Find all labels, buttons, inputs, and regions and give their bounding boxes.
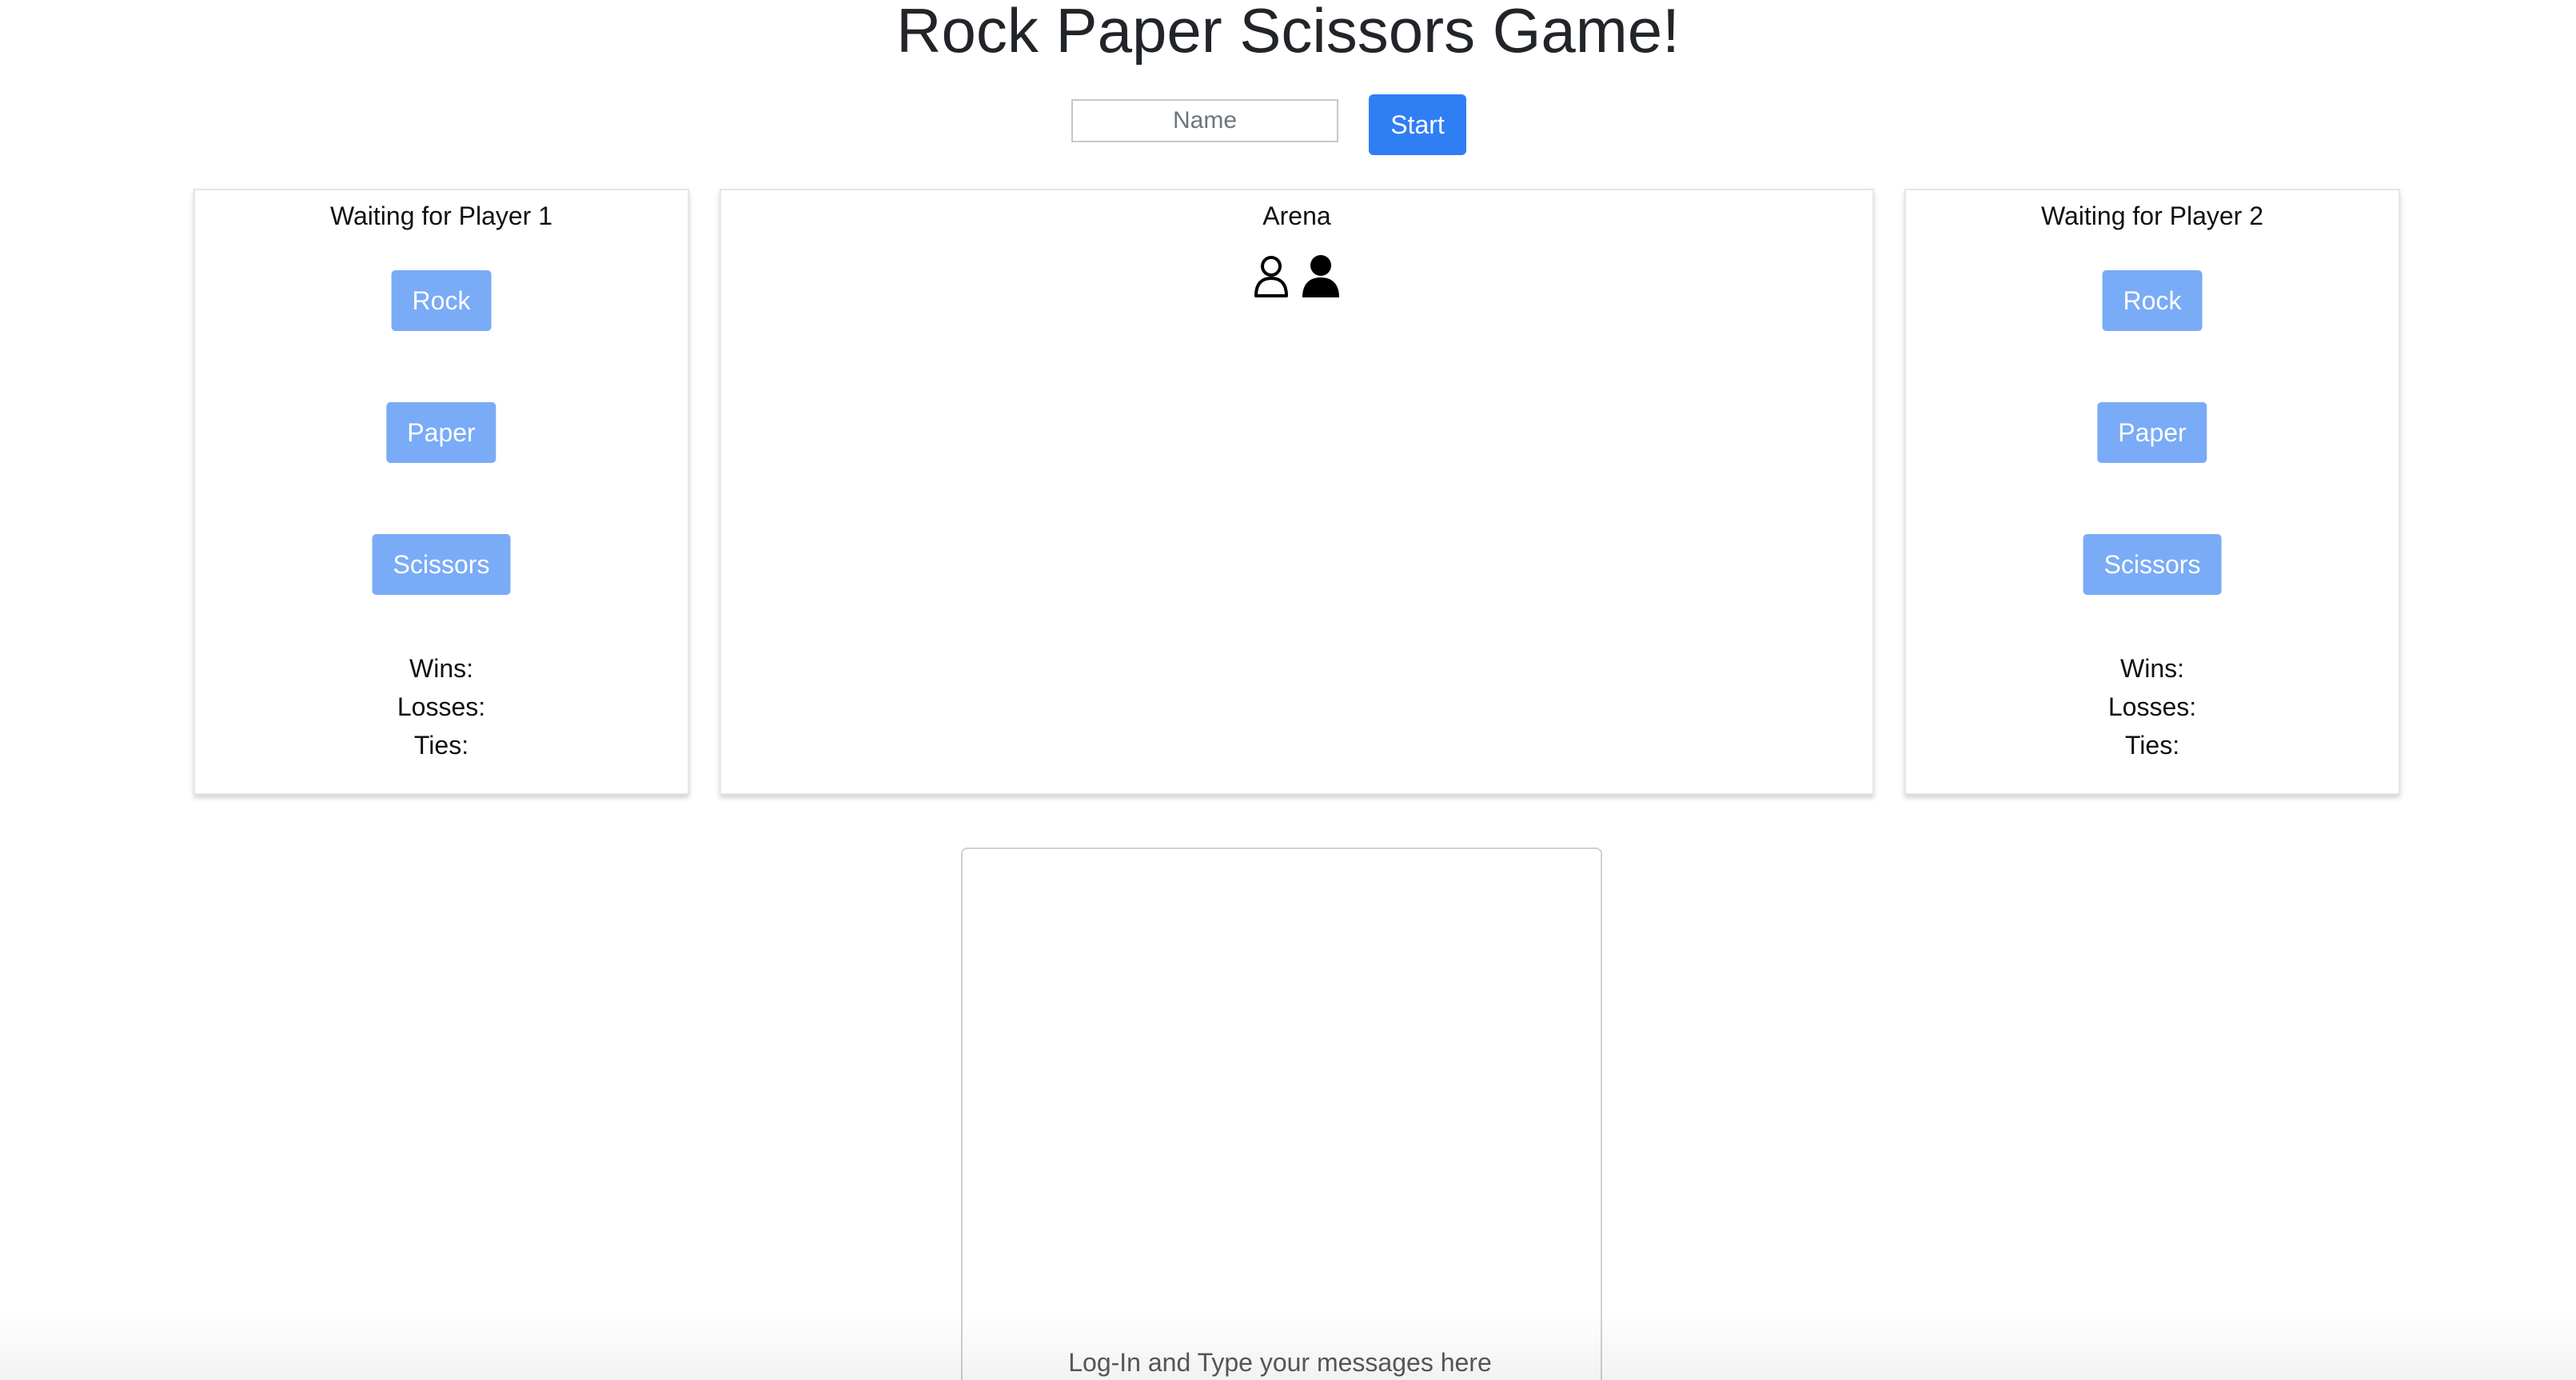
player2-wins-label: Wins: <box>2120 654 2184 683</box>
player1-wins-label: Wins: <box>409 654 473 683</box>
page-title: Rock Paper Scissors Game! <box>896 0 1680 66</box>
arena-players <box>721 253 1872 303</box>
arena-panel: Arena <box>720 189 1874 795</box>
player2-panel: Waiting for Player 2 Rock Paper Scissors… <box>1904 189 2400 795</box>
user-outline-icon <box>1251 253 1291 303</box>
player1-rock-button[interactable]: Rock <box>391 270 492 331</box>
start-button[interactable]: Start <box>1369 94 1466 155</box>
player1-ties-label: Ties: <box>413 731 469 760</box>
user-filled-icon <box>1299 253 1342 303</box>
name-input[interactable] <box>1071 99 1338 142</box>
player2-stats: Wins: Losses: Ties: <box>1906 649 2399 764</box>
player1-stats: Wins: Losses: Ties: <box>195 649 688 764</box>
player2-rock-button[interactable]: Rock <box>2102 270 2203 331</box>
chat-messages-box[interactable] <box>961 848 1602 1380</box>
player1-losses-label: Losses: <box>397 692 486 721</box>
player2-paper-button[interactable]: Paper <box>2097 402 2207 463</box>
player2-ties-label: Ties: <box>2124 731 2180 760</box>
arena-title: Arena <box>1262 201 1331 230</box>
player1-status: Waiting for Player 1 <box>329 201 553 230</box>
player1-panel: Waiting for Player 1 Rock Paper Scissors… <box>193 189 689 795</box>
player1-paper-button[interactable]: Paper <box>386 402 496 463</box>
chat-hint: Log-In and Type your messages here <box>1068 1348 1492 1377</box>
player1-scissors-button[interactable]: Scissors <box>372 534 511 595</box>
player2-status: Waiting for Player 2 <box>2040 201 2264 230</box>
player2-losses-label: Losses: <box>2107 692 2197 721</box>
player2-scissors-button[interactable]: Scissors <box>2083 534 2222 595</box>
page: Rock Paper Scissors Game! Start Waiting … <box>0 0 2576 1380</box>
